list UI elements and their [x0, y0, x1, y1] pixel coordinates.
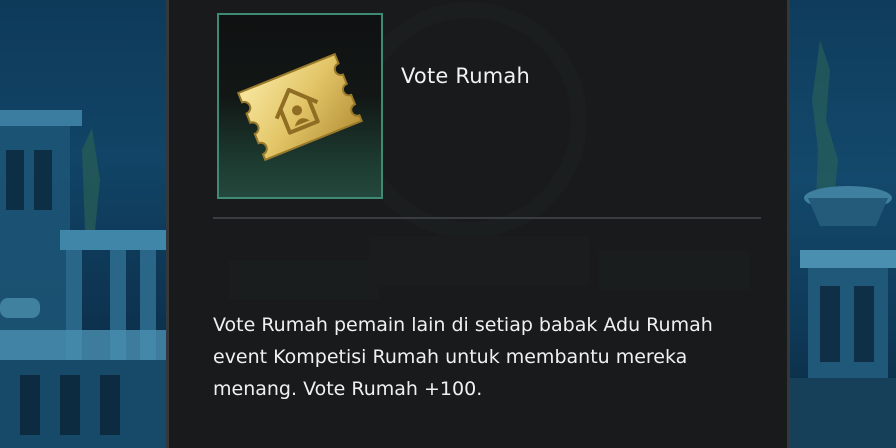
underwater-buildings-right — [790, 40, 896, 448]
background-scene-left — [0, 0, 166, 448]
description-line-2: event Kompetisi Rumah untuk membantu mer… — [213, 346, 688, 368]
item-detail-dialog: Vote Rumah Vote Rumah pemain lain di set… — [166, 0, 790, 448]
description-line-1: Vote Rumah pemain lain di setiap babak A… — [213, 314, 713, 336]
item-description: Vote Rumah pemain lain di setiap babak A… — [213, 309, 773, 405]
item-icon-frame — [217, 13, 383, 199]
underwater-buildings-left — [0, 110, 166, 448]
description-line-3: menang. Vote Rumah +100. — [213, 378, 483, 400]
item-name: Vote Rumah — [401, 64, 531, 88]
section-divider — [213, 217, 761, 219]
background-scene-right — [790, 0, 896, 448]
game-screen: Vote Rumah Vote Rumah pemain lain di set… — [0, 0, 896, 448]
house-vote-ticket-icon — [236, 52, 364, 162]
